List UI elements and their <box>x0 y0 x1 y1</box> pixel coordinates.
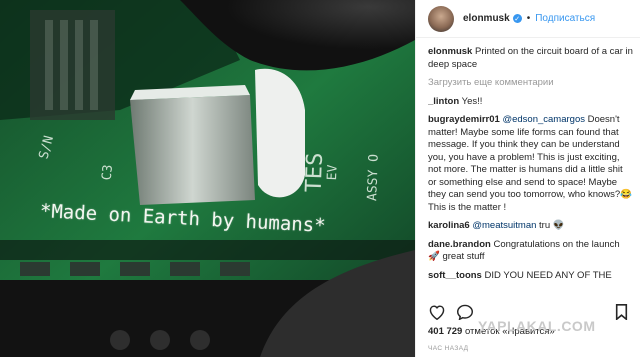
comment-username[interactable]: soft__toons <box>428 270 482 281</box>
post-sidebar: elonmusk ✓ • Подписаться elonmusk Printe… <box>415 0 640 357</box>
silkscreen-ev: EV <box>325 164 341 181</box>
post-header: elonmusk ✓ • Подписаться <box>416 0 640 38</box>
silkscreen-c3: C3 <box>99 164 116 181</box>
circuit-board-illustration <box>0 0 415 357</box>
silkscreen-test: TES <box>301 152 329 193</box>
comment-text: tru 👽 <box>539 220 565 231</box>
comment-username[interactable]: karolina6 <box>428 220 470 231</box>
post-timestamp: ЧАС НАЗАД <box>428 345 469 352</box>
verified-badge-icon: ✓ <box>512 14 522 23</box>
comment-username[interactable]: dane.brandon <box>428 239 491 250</box>
comment-username[interactable]: _linton <box>428 96 459 107</box>
silkscreen-assy: ASSY O <box>365 153 382 202</box>
comment-mention[interactable]: @edson_camargos <box>502 114 585 125</box>
comment-username[interactable]: bugraydemirr01 <box>428 114 500 125</box>
comment-item: soft__toons DID YOU NEED ANY OF THE <box>428 270 633 283</box>
post-author-username[interactable]: elonmusk <box>463 13 510 24</box>
watermark: YAPLAKAL.COM <box>478 318 596 334</box>
comment-item: dane.brandon Congratulations on the laun… <box>428 239 633 264</box>
comment-text: Yes!! <box>461 95 483 107</box>
comment-item: _linton Yes!! <box>428 96 633 109</box>
follow-button[interactable]: Подписаться <box>535 13 595 24</box>
load-more-comments-link[interactable]: Загрузить еще комментарии <box>428 77 633 90</box>
likes-number: 401 729 <box>428 326 463 337</box>
avatar[interactable] <box>428 5 454 32</box>
bookmark-icon[interactable] <box>615 304 628 325</box>
comment-item: karolina6 @meatsuitman tru 👽 <box>428 220 633 233</box>
comment-text: Doesn't matter! Maybe some life forms ca… <box>428 114 633 213</box>
comments-list[interactable]: elonmusk Printed on the circuit board of… <box>428 46 633 300</box>
post-actions <box>428 304 474 320</box>
comment-bubble-icon[interactable] <box>456 304 474 320</box>
like-heart-icon[interactable] <box>428 304 446 320</box>
post-caption: elonmusk Printed on the circuit board of… <box>428 46 633 71</box>
post-photo[interactable]: S/N C3 TES EV ASSY O *Made on Earth by h… <box>0 0 415 357</box>
comment-text: DID YOU NEED ANY OF THE <box>484 269 612 281</box>
comment-mention[interactable]: @meatsuitman <box>472 220 536 231</box>
caption-username[interactable]: elonmusk <box>428 46 472 57</box>
comment-item: bugraydemirr01 @edson_camargos Doesn't m… <box>428 114 633 214</box>
separator-dot: • <box>526 13 531 24</box>
